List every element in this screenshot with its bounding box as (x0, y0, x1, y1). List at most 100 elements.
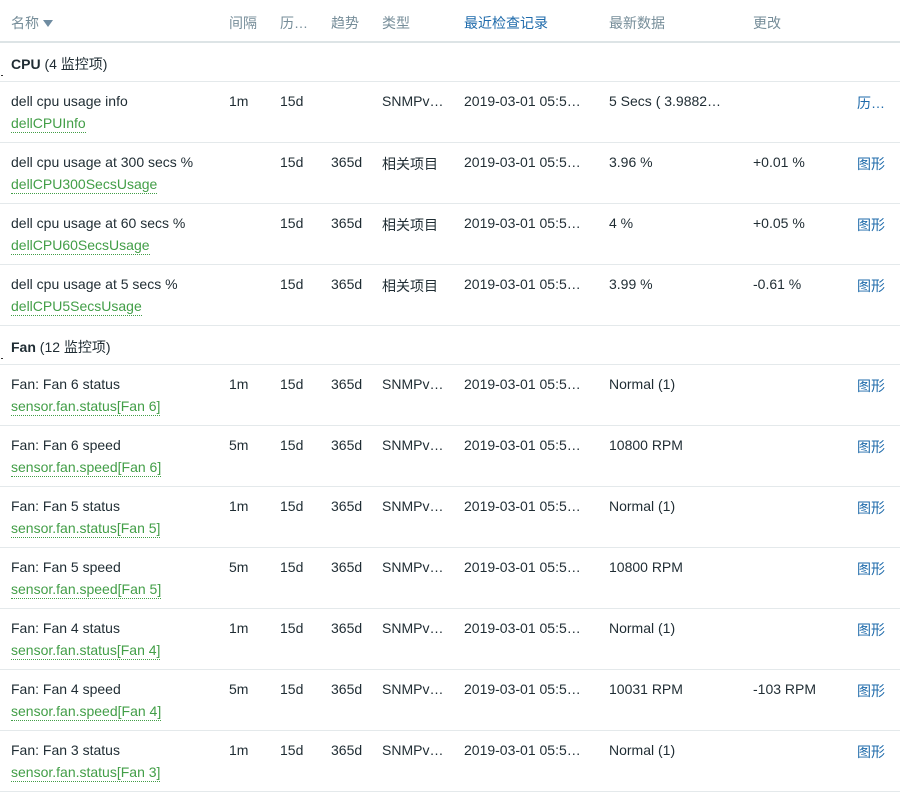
interval-cell: 1m (229, 620, 249, 636)
last-value-cell: 5 Secs ( 3.9882… (609, 93, 722, 109)
group-title: CPU (11, 56, 41, 72)
last-value-cell: Normal (1) (609, 498, 676, 514)
history-cell: 15d (280, 559, 304, 575)
trends-cell: 365d (331, 498, 363, 514)
graph-link[interactable]: 历… (857, 93, 885, 113)
group-name: CPU (4 监控项) (11, 54, 107, 74)
history-cell: 15d (280, 498, 304, 514)
item-name: dell cpu usage info (11, 93, 128, 109)
item-name: Fan: Fan 5 speed (11, 559, 121, 575)
change-cell: -103 RPM (753, 681, 817, 697)
last-value-cell: Normal (1) (609, 620, 676, 636)
header-change: 更改 (753, 15, 781, 31)
type-cell: SNMPv… (382, 376, 444, 392)
table-row: Fan: Fan 4 status sensor.fan.status[Fan 4… (0, 609, 900, 670)
item-key-link[interactable]: dellCPU300SecsUsage (11, 176, 158, 194)
history-cell: 15d (280, 93, 304, 109)
sort-down-icon (43, 20, 53, 27)
change-cell: +0.01 % (753, 154, 805, 170)
trends-cell: 365d (331, 154, 363, 170)
last-check-cell: 2019-03-01 05:5… (464, 620, 581, 636)
last-check-cell: 2019-03-01 05:5… (464, 437, 581, 453)
expand-marker-icon[interactable] (1, 75, 3, 76)
item-key-link[interactable]: dellCPUInfo (11, 115, 86, 133)
table-row: Fan: Fan 6 status sensor.fan.status[Fan 6… (0, 365, 900, 426)
type-cell: 相关项目 (382, 156, 438, 172)
trends-cell: 365d (331, 681, 363, 697)
interval-cell: 1m (229, 742, 249, 758)
item-key-link[interactable]: dellCPU60SecsUsage (11, 237, 150, 255)
graph-link[interactable]: 图形 (857, 215, 885, 235)
item-key-link[interactable]: dellCPU5SecsUsage (11, 298, 142, 316)
table-header: 名称 间隔 历… 趋势 类型 最近检查记录 最新数据 更改 (0, 0, 900, 43)
item-key-link[interactable]: sensor.fan.speed[Fan 6] (11, 459, 162, 477)
item-key-link[interactable]: sensor.fan.status[Fan 3] (11, 764, 161, 782)
type-cell: SNMPv… (382, 437, 444, 453)
graph-link[interactable]: 图形 (857, 276, 885, 296)
group-count: (12 监控项) (39, 339, 111, 355)
interval-cell: 1m (229, 376, 249, 392)
graph-link[interactable]: 图形 (857, 154, 885, 174)
last-check-cell: 2019-03-01 05:5… (464, 154, 581, 170)
last-value-cell: 3.99 % (609, 276, 653, 292)
table-row: Fan: Fan 4 speed sensor.fan.speed[Fan 4] 5… (0, 670, 900, 731)
graph-link[interactable]: 图形 (857, 498, 885, 518)
item-key-link[interactable]: sensor.fan.status[Fan 6] (11, 398, 161, 416)
header-name-sort[interactable]: 名称 (11, 13, 53, 33)
item-name: Fan: Fan 6 status (11, 376, 120, 392)
graph-link[interactable]: 图形 (857, 437, 885, 457)
graph-link[interactable]: 图形 (857, 681, 885, 701)
last-check-cell: 2019-03-01 05:5… (464, 498, 581, 514)
trends-cell: 365d (331, 620, 363, 636)
interval-cell: 1m (229, 498, 249, 514)
trends-cell: 365d (331, 742, 363, 758)
type-cell: 相关项目 (382, 278, 438, 294)
history-cell: 15d (280, 620, 304, 636)
table-row: Fan: Fan 3 status sensor.fan.status[Fan 3… (0, 731, 900, 792)
graph-link[interactable]: 图形 (857, 376, 885, 396)
last-value-cell: 3.96 % (609, 154, 653, 170)
table-row: dell cpu usage at 300 secs % dellCPU300Se… (0, 143, 900, 204)
item-name: Fan: Fan 6 speed (11, 437, 121, 453)
item-key-link[interactable]: sensor.fan.status[Fan 4] (11, 642, 161, 660)
table-row: Fan: Fan 6 speed sensor.fan.speed[Fan 6] 5… (0, 426, 900, 487)
expand-marker-icon[interactable] (1, 358, 3, 359)
item-key-link[interactable]: sensor.fan.speed[Fan 5] (11, 581, 162, 599)
history-cell: 15d (280, 681, 304, 697)
last-value-cell: Normal (1) (609, 742, 676, 758)
item-key-link[interactable]: sensor.fan.speed[Fan 4] (11, 703, 162, 721)
last-check-cell: 2019-03-01 05:5… (464, 376, 581, 392)
group-title: Fan (11, 339, 36, 355)
trends-cell: 365d (331, 215, 363, 231)
history-cell: 15d (280, 376, 304, 392)
header-history: 历… (280, 15, 308, 31)
table-row: dell cpu usage info dellCPUInfo 1m 15d SNMPv… (0, 82, 900, 143)
graph-link[interactable]: 图形 (857, 620, 885, 640)
history-cell: 15d (280, 215, 304, 231)
type-cell: SNMPv… (382, 620, 444, 636)
type-cell: SNMPv… (382, 559, 444, 575)
type-cell: SNMPv… (382, 93, 444, 109)
group-row[interactable]: Fan (12 监控项) (0, 326, 900, 365)
last-check-cell: 2019-03-01 05:5… (464, 681, 581, 697)
graph-link[interactable]: 图形 (857, 559, 885, 579)
last-value-cell: 10800 RPM (609, 559, 683, 575)
last-check-cell: 2019-03-01 05:5… (464, 215, 581, 231)
change-cell: -0.61 % (753, 276, 802, 292)
interval-cell: 5m (229, 559, 249, 575)
trends-cell: 365d (331, 559, 363, 575)
item-name: Fan: Fan 4 speed (11, 681, 121, 697)
item-key-link[interactable]: sensor.fan.status[Fan 5] (11, 520, 161, 538)
group-row[interactable]: CPU (4 监控项) (0, 43, 900, 82)
history-cell: 15d (280, 154, 304, 170)
table-row: dell cpu usage at 60 secs % dellCPU60Secs… (0, 204, 900, 265)
graph-link[interactable]: 图形 (857, 742, 885, 762)
interval-cell: 5m (229, 437, 249, 453)
item-name: Fan: Fan 4 status (11, 620, 120, 636)
last-check-cell: 2019-03-01 05:5… (464, 559, 581, 575)
header-last-check[interactable]: 最近检查记录 (464, 13, 548, 33)
last-check-cell: 2019-03-01 05:5… (464, 276, 581, 292)
item-name: dell cpu usage at 60 secs % (11, 215, 186, 231)
trends-cell: 365d (331, 376, 363, 392)
group-count: (4 监控项) (44, 56, 108, 72)
